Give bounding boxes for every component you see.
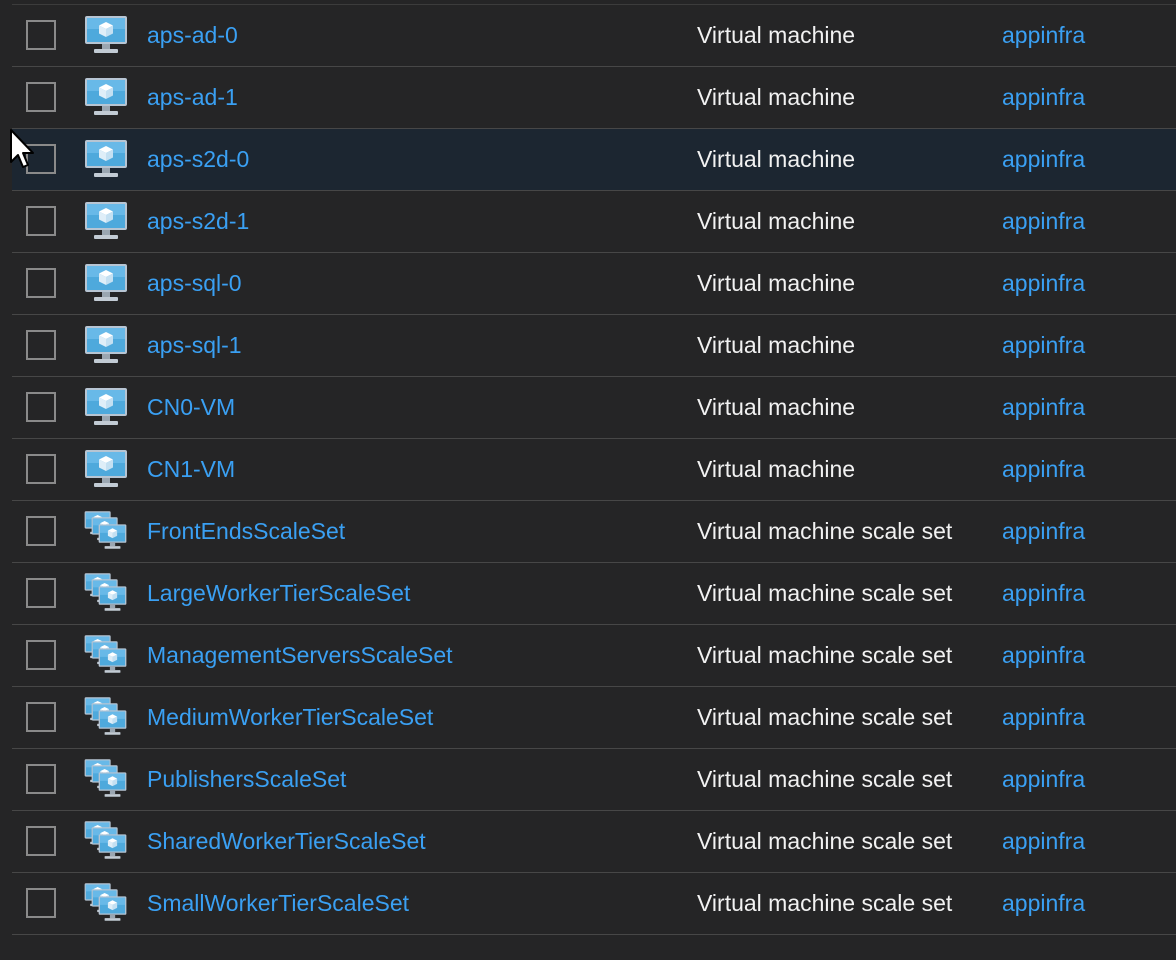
resource-type: Virtual machine scale set — [697, 704, 953, 730]
row-checkbox[interactable] — [26, 454, 56, 484]
resource-group-link[interactable]: appinfra — [1002, 191, 1085, 252]
resource-list: aps-ad-0 Virtual machine appinfra aps-ad-1… — [12, 4, 1176, 935]
row-checkbox[interactable] — [26, 20, 56, 50]
table-row[interactable]: aps-ad-0 Virtual machine appinfra — [12, 5, 1176, 67]
table-row[interactable]: PublishersScaleSet Virtual machine scale … — [12, 749, 1176, 811]
table-row[interactable]: SharedWorkerTierScaleSet Virtual machine … — [12, 811, 1176, 873]
resource-group-link[interactable]: appinfra — [1002, 625, 1085, 686]
resource-group-link[interactable]: appinfra — [1002, 377, 1085, 438]
resource-type: Virtual machine scale set — [697, 828, 953, 854]
table-row[interactable]: aps-sql-0 Virtual machine appinfra — [12, 253, 1176, 315]
virtual-machine-icon — [84, 200, 128, 244]
resource-name-link[interactable]: aps-ad-0 — [147, 5, 238, 66]
resource-type: Virtual machine scale set — [697, 518, 953, 544]
virtual-machine-icon — [84, 386, 128, 430]
resource-name-link[interactable]: CN0-VM — [147, 377, 235, 438]
table-row[interactable]: aps-ad-1 Virtual machine appinfra — [12, 67, 1176, 129]
resource-name-link[interactable]: aps-sql-1 — [147, 315, 242, 376]
resource-type: Virtual machine — [697, 208, 856, 234]
resource-group-link[interactable]: appinfra — [1002, 563, 1085, 624]
resource-name-link[interactable]: aps-s2d-0 — [147, 129, 249, 190]
table-row[interactable]: FrontEndsScaleSet Virtual machine scale s… — [12, 501, 1176, 563]
resource-name-link[interactable]: LargeWorkerTierScaleSet — [147, 563, 410, 624]
table-row[interactable]: LargeWorkerTierScaleSet Virtual machine s… — [12, 563, 1176, 625]
vm-scale-set-icon — [84, 634, 128, 678]
row-checkbox[interactable] — [26, 516, 56, 546]
row-checkbox[interactable] — [26, 82, 56, 112]
row-checkbox[interactable] — [26, 144, 56, 174]
vm-scale-set-icon — [84, 758, 128, 802]
row-checkbox[interactable] — [26, 764, 56, 794]
virtual-machine-icon — [84, 14, 128, 58]
resource-name-link[interactable]: SmallWorkerTierScaleSet — [147, 873, 409, 934]
row-checkbox[interactable] — [26, 702, 56, 732]
resource-group-link[interactable]: appinfra — [1002, 501, 1085, 562]
resource-group-link[interactable]: appinfra — [1002, 687, 1085, 748]
row-checkbox[interactable] — [26, 826, 56, 856]
table-row[interactable]: CN0-VM Virtual machine appinfra — [12, 377, 1176, 439]
row-checkbox[interactable] — [26, 268, 56, 298]
vm-scale-set-icon — [84, 882, 128, 926]
resource-group-link[interactable]: appinfra — [1002, 315, 1085, 376]
row-checkbox[interactable] — [26, 578, 56, 608]
table-row[interactable]: MediumWorkerTierScaleSet Virtual machine … — [12, 687, 1176, 749]
resource-group-link[interactable]: appinfra — [1002, 253, 1085, 314]
resource-type: Virtual machine scale set — [697, 642, 953, 668]
resource-name-link[interactable]: PublishersScaleSet — [147, 749, 346, 810]
resource-group-link[interactable]: appinfra — [1002, 749, 1085, 810]
resource-name-link[interactable]: CN1-VM — [147, 439, 235, 500]
resource-type: Virtual machine — [697, 146, 856, 172]
vm-scale-set-icon — [84, 572, 128, 616]
virtual-machine-icon — [84, 138, 128, 182]
resource-group-link[interactable]: appinfra — [1002, 5, 1085, 66]
table-row[interactable]: ManagementServersScaleSet Virtual machine… — [12, 625, 1176, 687]
row-checkbox[interactable] — [26, 330, 56, 360]
row-checkbox[interactable] — [26, 392, 56, 422]
table-row[interactable]: aps-sql-1 Virtual machine appinfra — [12, 315, 1176, 377]
resource-name-link[interactable]: SharedWorkerTierScaleSet — [147, 811, 426, 872]
vm-scale-set-icon — [84, 696, 128, 740]
resource-name-link[interactable]: aps-s2d-1 — [147, 191, 249, 252]
virtual-machine-icon — [84, 76, 128, 120]
virtual-machine-icon — [84, 448, 128, 492]
resource-type: Virtual machine scale set — [697, 890, 953, 916]
vm-scale-set-icon — [84, 510, 128, 554]
resource-name-link[interactable]: aps-sql-0 — [147, 253, 242, 314]
resource-group-link[interactable]: appinfra — [1002, 129, 1085, 190]
resource-type: Virtual machine — [697, 270, 856, 296]
resource-group-link[interactable]: appinfra — [1002, 439, 1085, 500]
virtual-machine-icon — [84, 262, 128, 306]
resource-name-link[interactable]: FrontEndsScaleSet — [147, 501, 345, 562]
resource-group-link[interactable]: appinfra — [1002, 811, 1085, 872]
table-row[interactable]: aps-s2d-1 Virtual machine appinfra — [12, 191, 1176, 253]
table-row[interactable]: CN1-VM Virtual machine appinfra — [12, 439, 1176, 501]
resource-type: Virtual machine — [697, 84, 856, 110]
resource-name-link[interactable]: aps-ad-1 — [147, 67, 238, 128]
resource-group-link[interactable]: appinfra — [1002, 873, 1085, 934]
row-checkbox[interactable] — [26, 888, 56, 918]
vm-scale-set-icon — [84, 820, 128, 864]
resource-type: Virtual machine — [697, 22, 856, 48]
virtual-machine-icon — [84, 324, 128, 368]
resource-type: Virtual machine — [697, 456, 856, 482]
table-row[interactable]: aps-s2d-0 Virtual machine appinfra — [12, 129, 1176, 191]
resource-type: Virtual machine scale set — [697, 580, 953, 606]
resource-type: Virtual machine — [697, 332, 856, 358]
resource-type: Virtual machine scale set — [697, 766, 953, 792]
row-checkbox[interactable] — [26, 206, 56, 236]
resource-name-link[interactable]: ManagementServersScaleSet — [147, 625, 453, 686]
row-checkbox[interactable] — [26, 640, 56, 670]
resource-name-link[interactable]: MediumWorkerTierScaleSet — [147, 687, 433, 748]
table-row[interactable]: SmallWorkerTierScaleSet Virtual machine s… — [12, 873, 1176, 935]
resource-group-link[interactable]: appinfra — [1002, 67, 1085, 128]
resource-type: Virtual machine — [697, 394, 856, 420]
